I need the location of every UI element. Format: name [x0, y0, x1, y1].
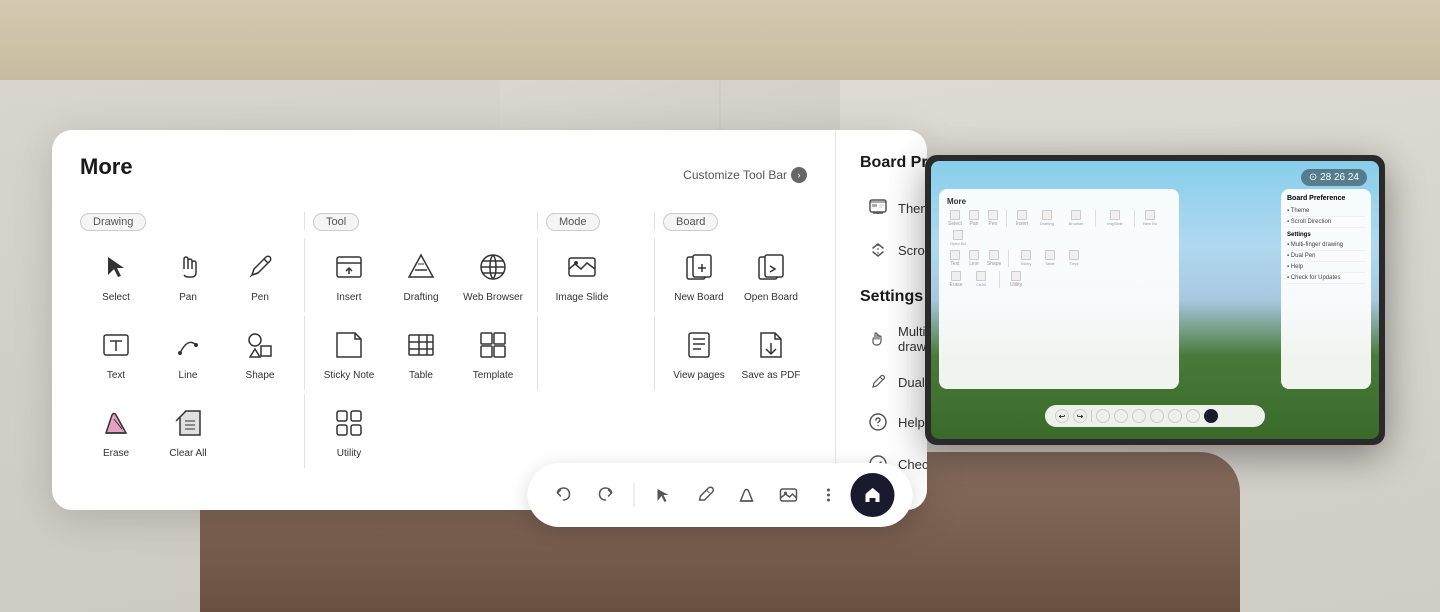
tv-time: ⊙ 28 26 24 — [1301, 169, 1367, 186]
tool-text[interactable]: Text — [80, 316, 152, 390]
tv-overlay-panel: More Select Pan Pen Insert — [939, 189, 1179, 389]
category-board: Board — [663, 213, 718, 231]
tv-tool-3 — [1132, 409, 1146, 423]
image-button[interactable] — [771, 477, 807, 513]
tv-tool-redo: ↪ — [1073, 409, 1087, 423]
tool-table[interactable]: Table — [385, 316, 457, 390]
theme-label: Theme — [898, 201, 927, 216]
tool-sticky-note[interactable]: Sticky Note — [313, 316, 385, 390]
pen-tool-button[interactable] — [687, 477, 723, 513]
insert-icon — [328, 246, 370, 288]
select-icon — [95, 246, 137, 288]
eraser-button[interactable] — [729, 477, 765, 513]
more-title: More — [80, 154, 133, 180]
tool-drafting[interactable]: Drafting — [385, 238, 457, 312]
tv-tool-4 — [1150, 409, 1164, 423]
multi-finger-label: Multi-finger drawing — [898, 324, 927, 354]
tv-tool-5 — [1168, 409, 1182, 423]
image-slide-icon — [561, 246, 603, 288]
tool-save-pdf[interactable]: Save as PDF — [735, 316, 807, 390]
tv-tool-6 — [1186, 409, 1200, 423]
tv-bottom-bar: ↩ ↪ — [1045, 405, 1265, 427]
view-pages-icon — [678, 324, 720, 366]
help-label: Help — [898, 415, 925, 430]
tv-bezel: ⊙ 28 26 24 More Select Pan Pen — [931, 161, 1379, 439]
help-item[interactable]: Help — [860, 402, 927, 442]
sticky-note-icon — [328, 324, 370, 366]
tv-tool-2 — [1114, 409, 1128, 423]
board-preference-title: Board Preference — [860, 154, 927, 172]
save-pdf-icon — [750, 324, 792, 366]
category-drawing: Drawing — [80, 213, 146, 231]
toolbar — [528, 463, 913, 527]
tool-clear-all[interactable]: Clear All — [152, 394, 224, 468]
dual-pen-item[interactable]: Dual Pen — [860, 364, 927, 400]
multi-finger-drawing-item[interactable]: Multi-finger drawing — [860, 316, 927, 362]
customize-arrow-icon: › — [791, 167, 807, 183]
pen-icon — [239, 246, 281, 288]
pref-scroll-direction[interactable]: Scroll Direction — [860, 230, 927, 270]
tv-tool-active — [1204, 409, 1218, 423]
redo-button[interactable] — [588, 477, 624, 513]
template-icon — [472, 324, 514, 366]
settings-title: Settings — [860, 288, 927, 306]
tv-tool-undo: ↩ — [1055, 409, 1069, 423]
more-section: More Customize Tool Bar › Drawing Tool M… — [52, 130, 836, 510]
tool-select[interactable]: Select — [80, 238, 152, 312]
tool-utility[interactable]: Utility — [313, 394, 385, 468]
tool-template[interactable]: Template — [457, 316, 529, 390]
tool-view-pages[interactable]: View pages — [663, 316, 735, 390]
shape-icon — [239, 324, 281, 366]
drafting-icon — [400, 246, 442, 288]
line-icon — [167, 324, 209, 366]
clear-all-icon — [167, 402, 209, 444]
scroll-direction-icon — [868, 240, 888, 260]
check-updates-label: Check for Updates — [898, 457, 927, 472]
tool-pen[interactable]: Pen — [224, 238, 296, 312]
tool-new-board[interactable]: New Board — [663, 238, 735, 312]
category-mode: Mode — [546, 213, 600, 231]
tv-tool-1 — [1096, 409, 1110, 423]
tool-web-browser[interactable]: Web Browser — [457, 238, 529, 312]
table-icon — [400, 324, 442, 366]
tool-open-board[interactable]: Open Board — [735, 238, 807, 312]
tool-pan[interactable]: Pan — [152, 238, 224, 312]
web-browser-icon — [472, 246, 514, 288]
multi-finger-icon — [868, 329, 888, 349]
open-board-icon — [750, 246, 792, 288]
tool-image-slide[interactable]: Image Slide — [546, 238, 618, 312]
erase-icon — [95, 402, 137, 444]
text-icon — [95, 324, 137, 366]
tv-right-panel: Board Preference ▪ Theme ▪ Scroll Direct… — [1281, 189, 1371, 389]
tool-insert[interactable]: Insert — [313, 238, 385, 312]
new-board-icon — [678, 246, 720, 288]
main-panel: More Customize Tool Bar › Drawing Tool M… — [52, 130, 927, 510]
customize-bar-button[interactable]: Customize Tool Bar › — [683, 167, 807, 183]
category-tool: Tool — [313, 213, 359, 231]
tool-line[interactable]: Line — [152, 316, 224, 390]
utility-icon — [328, 402, 370, 444]
pan-icon — [167, 246, 209, 288]
select-tool-button[interactable] — [645, 477, 681, 513]
board-preference-section: Board Preference Theme — [836, 130, 927, 510]
tv-monitor: ⊙ 28 26 24 More Select Pan Pen — [925, 155, 1385, 445]
home-button[interactable] — [851, 473, 895, 517]
pref-theme[interactable]: Theme — [860, 188, 927, 228]
ceiling — [0, 0, 1440, 80]
help-icon — [868, 412, 888, 432]
tool-erase[interactable]: Erase — [80, 394, 152, 468]
scroll-direction-label: Scroll Direction — [898, 243, 927, 258]
undo-button[interactable] — [546, 477, 582, 513]
theme-icon — [868, 198, 888, 218]
toolbar-divider-1 — [634, 483, 635, 507]
dual-pen-icon — [868, 372, 888, 392]
dual-pen-label: Dual Pen — [898, 375, 927, 390]
more-options-button[interactable] — [813, 479, 845, 511]
tool-shape[interactable]: Shape — [224, 316, 296, 390]
